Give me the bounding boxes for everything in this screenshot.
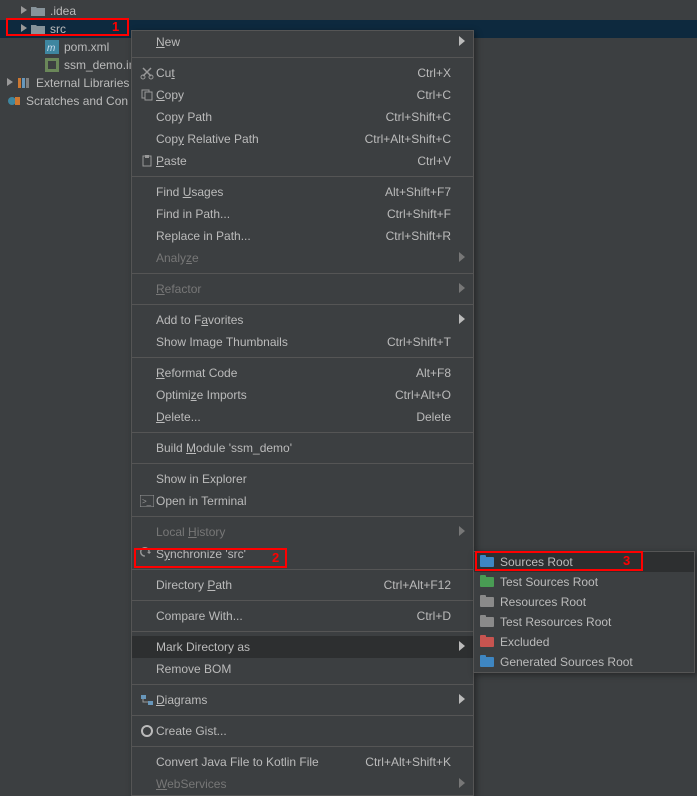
submenu-arrow-icon <box>459 525 465 539</box>
menu-separator <box>132 304 473 305</box>
submenu-arrow-icon <box>459 251 465 265</box>
expand-arrow-icon <box>20 6 30 16</box>
menu-separator <box>132 432 473 433</box>
context-menu: New Cut Ctrl+X Copy Ctrl+C Copy Path Ctr… <box>131 30 474 796</box>
svg-text:>_: >_ <box>142 497 152 506</box>
submenu-arrow-icon <box>459 313 465 327</box>
menu-copy[interactable]: Copy Ctrl+C <box>132 84 473 106</box>
github-icon <box>138 724 156 738</box>
menu-open-terminal[interactable]: >_ Open in Terminal <box>132 490 473 512</box>
menu-show-explorer[interactable]: Show in Explorer <box>132 468 473 490</box>
submenu-arrow-icon <box>459 282 465 296</box>
menu-separator <box>132 463 473 464</box>
submenu-arrow-icon <box>459 640 465 654</box>
menu-analyze[interactable]: Analyze <box>132 247 473 269</box>
submenu-sources-root[interactable]: Sources Root <box>474 552 694 572</box>
submenu-test-resources-root[interactable]: Test Resources Root <box>474 612 694 632</box>
test-resources-root-icon <box>478 615 496 629</box>
tree-label: Scratches and Con <box>26 94 128 108</box>
paste-icon <box>138 154 156 168</box>
menu-paste[interactable]: Paste Ctrl+V <box>132 150 473 172</box>
menu-separator <box>132 715 473 716</box>
submenu-test-sources-root[interactable]: Test Sources Root <box>474 572 694 592</box>
terminal-icon: >_ <box>138 495 156 507</box>
menu-delete[interactable]: Delete... Delete <box>132 406 473 428</box>
menu-separator <box>132 631 473 632</box>
library-icon <box>16 75 32 91</box>
menu-separator <box>132 746 473 747</box>
diagram-icon <box>138 694 156 706</box>
menu-mark-directory-as[interactable]: Mark Directory as <box>132 636 473 658</box>
maven-icon: m <box>44 39 60 55</box>
excluded-icon <box>478 635 496 649</box>
tree-label: pom.xml <box>64 40 109 54</box>
tree-label: .idea <box>50 4 76 18</box>
tree-item-idea[interactable]: .idea <box>0 2 697 20</box>
menu-separator <box>132 516 473 517</box>
menu-separator <box>132 684 473 685</box>
menu-find-in-path[interactable]: Find in Path... Ctrl+Shift+F <box>132 203 473 225</box>
sources-root-icon <box>478 555 496 569</box>
menu-create-gist[interactable]: Create Gist... <box>132 720 473 742</box>
submenu-generated-sources-root[interactable]: Generated Sources Root <box>474 652 694 672</box>
menu-separator <box>132 357 473 358</box>
folder-icon <box>30 21 46 37</box>
menu-synchronize[interactable]: Synchronize 'src' <box>132 543 473 565</box>
expand-arrow-icon <box>20 24 30 34</box>
cut-icon <box>138 66 156 80</box>
mark-directory-submenu: Sources Root Test Sources Root Resources… <box>473 551 695 673</box>
menu-separator <box>132 273 473 274</box>
tree-label: ssm_demo.iml <box>64 58 141 72</box>
folder-icon <box>30 3 46 19</box>
submenu-excluded[interactable]: Excluded <box>474 632 694 652</box>
menu-cut[interactable]: Cut Ctrl+X <box>132 62 473 84</box>
menu-thumbnails[interactable]: Show Image Thumbnails Ctrl+Shift+T <box>132 331 473 353</box>
copy-icon <box>138 88 156 102</box>
test-sources-root-icon <box>478 575 496 589</box>
menu-new[interactable]: New <box>132 31 473 53</box>
menu-build-module[interactable]: Build Module 'ssm_demo' <box>132 437 473 459</box>
menu-replace-in-path[interactable]: Replace in Path... Ctrl+Shift+R <box>132 225 473 247</box>
module-icon <box>44 57 60 73</box>
menu-directory-path[interactable]: Directory Path Ctrl+Alt+F12 <box>132 574 473 596</box>
tree-label: External Libraries <box>36 76 129 90</box>
svg-text:m: m <box>47 43 55 54</box>
generated-sources-root-icon <box>478 655 496 669</box>
sync-icon <box>138 547 156 561</box>
menu-find-usages[interactable]: Find Usages Alt+Shift+F7 <box>132 181 473 203</box>
menu-compare-with[interactable]: Compare With... Ctrl+D <box>132 605 473 627</box>
menu-diagrams[interactable]: Diagrams <box>132 689 473 711</box>
menu-convert-kotlin[interactable]: Convert Java File to Kotlin File Ctrl+Al… <box>132 751 473 773</box>
scratches-icon <box>6 93 22 109</box>
menu-copy-path[interactable]: Copy Path Ctrl+Shift+C <box>132 106 473 128</box>
menu-separator <box>132 176 473 177</box>
expand-arrow-icon <box>6 78 16 88</box>
submenu-arrow-icon <box>459 35 465 49</box>
submenu-resources-root[interactable]: Resources Root <box>474 592 694 612</box>
menu-favorites[interactable]: Add to Favorites <box>132 309 473 331</box>
menu-local-history[interactable]: Local History <box>132 521 473 543</box>
tree-label: src <box>50 22 66 36</box>
menu-refactor[interactable]: Refactor <box>132 278 473 300</box>
menu-copy-relative-path[interactable]: Copy Relative Path Ctrl+Alt+Shift+C <box>132 128 473 150</box>
menu-remove-bom[interactable]: Remove BOM <box>132 658 473 680</box>
menu-separator <box>132 569 473 570</box>
menu-separator <box>132 57 473 58</box>
menu-webservices[interactable]: WebServices <box>132 773 473 795</box>
submenu-arrow-icon <box>459 693 465 707</box>
submenu-arrow-icon <box>459 777 465 791</box>
resources-root-icon <box>478 595 496 609</box>
menu-reformat[interactable]: Reformat Code Alt+F8 <box>132 362 473 384</box>
menu-separator <box>132 600 473 601</box>
menu-optimize-imports[interactable]: Optimize Imports Ctrl+Alt+O <box>132 384 473 406</box>
